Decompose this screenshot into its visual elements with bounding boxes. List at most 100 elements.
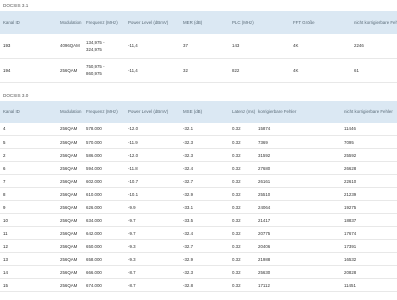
cell-frequenz: 626.000: [83, 200, 125, 214]
cell-power-level: -9.3: [125, 252, 180, 266]
cell-kanal-id: 8: [0, 187, 57, 201]
cell-latenz: 0.32: [229, 187, 255, 201]
cell-modulation: 256QAM: [57, 200, 83, 214]
table-row: 9 256QAM 626.000 -9.9 -33.1 0.32 24064 19275: [0, 200, 397, 214]
cell-korrigierbare-fehler: 15874: [255, 122, 341, 136]
cell-nicht-korrigierbare-fehler: 18837: [341, 213, 397, 227]
cell-korrigierbare-fehler: 20406: [255, 239, 341, 253]
cell-power-level: -8.7: [125, 265, 180, 279]
cell-korrigierbare-fehler: 7369: [255, 135, 341, 149]
header-kanal-id: Kanal ID: [0, 100, 57, 123]
cell-modulation: 256QAM: [57, 213, 83, 227]
cell-nicht-korrigierbare-fehler: 22610: [341, 174, 397, 188]
cell-frequenz: 750,975 - 860,975: [83, 58, 125, 83]
table-row: 8 256QAM 610.000 -10.1 -32.9 0.32 25510 21239: [0, 187, 397, 201]
cell-modulation: 256QAM: [57, 135, 83, 149]
header-frequenz: Frequenz (MHz): [83, 11, 125, 34]
docsis30-table: Kanal ID Modulation Frequenz (MHz) Power…: [0, 100, 397, 292]
cell-frequenz: 650.000: [83, 239, 125, 253]
cell-latenz: 0.32: [229, 278, 255, 292]
cell-latenz: 0.32: [229, 239, 255, 253]
docsis30-section-title: DOCSIS 3.0: [3, 92, 29, 98]
cell-nicht-korrigierbare-fehler: 20828: [341, 265, 397, 279]
cell-latenz: 0.32: [229, 200, 255, 214]
table-row: 14 256QAM 666.000 -8.7 -32.3 0.32 25630 20828: [0, 265, 397, 279]
docsis31-header-row: Kanal ID Modulation Frequenz (MHz) Power…: [0, 11, 397, 34]
cell-power-level: -9.7: [125, 226, 180, 240]
table-row: 11 256QAM 642.000 -9.7 -32.4 0.32 20775 17674: [0, 226, 397, 240]
cell-kanal-id: 4: [0, 122, 57, 136]
cell-nicht-korrigierbare-fehler: 25592: [341, 148, 397, 162]
cell-modulation: 256QAM: [57, 122, 83, 136]
docsis30-rows: 4 256QAM 578.000 -12.0 -32.1 0.32 15874 11446 5 2…: [0, 122, 397, 292]
cell-power-level: -10.1: [125, 187, 180, 201]
cell-mer: 37: [180, 34, 229, 59]
cell-latenz: 0.32: [229, 135, 255, 149]
cell-mse: -32.3: [180, 148, 229, 162]
cell-kanal-id: 5: [0, 135, 57, 149]
frequenz-start: 750,975 -: [86, 64, 105, 69]
cell-kanal-id: 194: [0, 58, 57, 83]
table-row: 194 256QAM 750,975 - 860,975 -11,4 32 82…: [0, 58, 397, 83]
cell-korrigierbare-fehler: 21988: [255, 252, 341, 266]
cell-modulation: 256QAM: [57, 226, 83, 240]
cell-korrigierbare-fehler: 31592: [255, 148, 341, 162]
cell-fft-groesse: 4K: [290, 34, 351, 59]
cell-mse: -32.7: [180, 239, 229, 253]
cell-frequenz: 674.000: [83, 278, 125, 292]
cable-modem-channel-overview: DOCSIS 3.1 Kanal ID Modulation Frequenz …: [0, 0, 397, 300]
cell-kanal-id: 7: [0, 174, 57, 188]
cell-modulation: 256QAM: [57, 278, 83, 292]
docsis31-section-title: DOCSIS 3.1: [3, 3, 29, 8]
cell-power-level: -12.0: [125, 148, 180, 162]
cell-mse: -32.3: [180, 265, 229, 279]
cell-mse: -32.1: [180, 122, 229, 136]
cell-mse: -33.5: [180, 213, 229, 227]
header-fft-groesse: FFT Größe: [290, 11, 351, 34]
cell-kanal-id: 14: [0, 265, 57, 279]
header-mer: MER (dB): [180, 11, 229, 34]
header-frequenz: Frequenz (MHz): [83, 100, 125, 123]
cell-frequenz: 578.000: [83, 122, 125, 136]
header-nicht-korrigierbare-fehler: nicht korrigierbare Fehler: [351, 11, 397, 34]
cell-latenz: 0.32: [229, 213, 255, 227]
cell-frequenz: 602.000: [83, 174, 125, 188]
cell-power-level: -9.9: [125, 200, 180, 214]
cell-mse: -32.9: [180, 252, 229, 266]
cell-nicht-korrigierbare-fehler: 17391: [341, 239, 397, 253]
cell-latenz: 0.32: [229, 161, 255, 175]
table-row: 15 256QAM 674.000 -8.7 -32.8 0.32 17112 11451: [0, 278, 397, 292]
cell-mer: 32: [180, 58, 229, 83]
cell-nicht-korrigierbare-fehler: 17674: [341, 226, 397, 240]
cell-korrigierbare-fehler: 20775: [255, 226, 341, 240]
frequenz-start: 134,975 -: [86, 39, 105, 45]
cell-power-level: -11,4: [125, 34, 180, 59]
docsis31-table: Kanal ID Modulation Frequenz (MHz) Power…: [0, 11, 397, 83]
cell-kanal-id: 12: [0, 239, 57, 253]
header-power-level: Power Level (dBmV): [125, 11, 180, 34]
header-latenz: Latenz (ms): [229, 100, 255, 123]
cell-korrigierbare-fehler: 17112: [255, 278, 341, 292]
table-row: 7 256QAM 602.000 -10.7 -32.7 0.32 26161 22610: [0, 174, 397, 188]
cell-nicht-korrigierbare-fehler: 7095: [341, 135, 397, 149]
cell-kanal-id: 9: [0, 200, 57, 214]
cell-kanal-id: 6: [0, 161, 57, 175]
cell-latenz: 0.32: [229, 122, 255, 136]
cell-latenz: 0.32: [229, 252, 255, 266]
cell-mse: -32.4: [180, 161, 229, 175]
cell-modulation: 256QAM: [57, 174, 83, 188]
cell-modulation: 256QAM: [57, 161, 83, 175]
table-row: 2 256QAM 586.000 -12.0 -32.3 0.32 31592 25592: [0, 148, 397, 162]
cell-power-level: -11,4: [125, 58, 180, 83]
cell-nicht-korrigierbare-fehler: 11451: [341, 278, 397, 292]
cell-mse: -32.7: [180, 174, 229, 188]
header-nicht-korrigierbare-fehler: nicht korrigierbare Fehler: [341, 100, 397, 123]
table-row: 12 256QAM 650.000 -9.3 -32.7 0.32 20406 17391: [0, 239, 397, 253]
cell-kanal-id: 13: [0, 252, 57, 266]
cell-power-level: -11.8: [125, 161, 180, 175]
cell-frequenz: 134,975 - 324,975: [83, 34, 125, 59]
cell-frequenz: 658.000: [83, 252, 125, 266]
header-modulation: Modulation: [57, 100, 83, 123]
cell-mse: -32.3: [180, 135, 229, 149]
cell-modulation: 256QAM: [57, 265, 83, 279]
